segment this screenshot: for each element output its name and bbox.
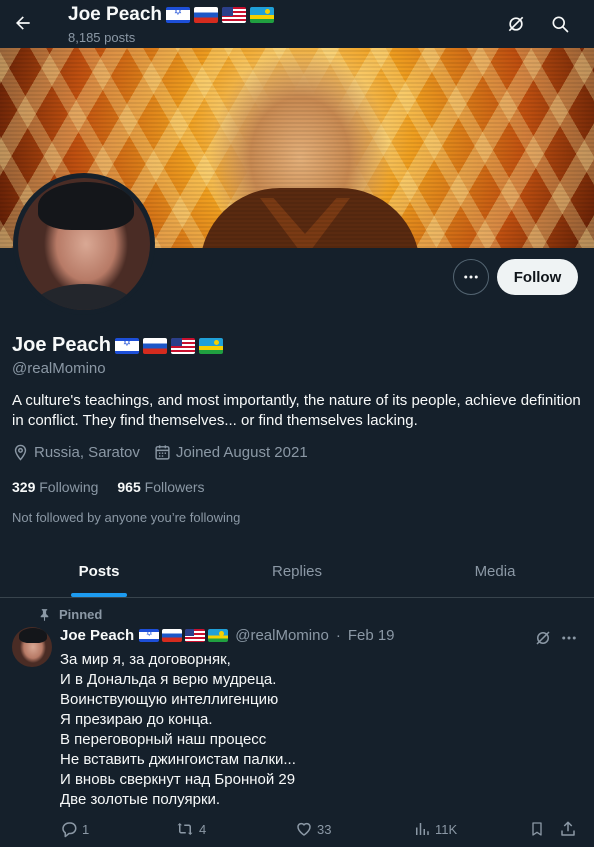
tab-replies[interactable]: Replies: [198, 545, 396, 597]
avatar-body: [28, 284, 140, 310]
flag-rwanda-icon: [198, 337, 223, 354]
share-icon[interactable]: [559, 820, 577, 838]
not-followed-note: Not followed by anyone you’re following: [12, 510, 241, 525]
follow-button[interactable]: Follow: [497, 259, 578, 295]
profile-avatar[interactable]: [18, 178, 150, 310]
search-icon[interactable]: [548, 12, 572, 36]
calendar-icon: [155, 445, 170, 460]
grok-icon[interactable]: [533, 628, 553, 648]
more-icon: [464, 275, 478, 279]
flag-usa-icon: [170, 337, 195, 354]
avatar-hair: [38, 182, 134, 230]
tweet-line: В переговорный наш процесс: [60, 731, 267, 748]
tweet-separator: ·: [335, 627, 341, 644]
reply-icon: [62, 822, 77, 838]
tweet-author-name[interactable]: Joe Peach: [60, 627, 134, 644]
flag-russia-icon: [142, 337, 167, 354]
profile-stats: 329 Following 965 Followers: [12, 479, 205, 495]
repost-count: 4: [199, 821, 207, 837]
location-text: Russia, Saratov: [34, 444, 140, 461]
flag-usa-icon: [222, 7, 246, 23]
profile-bio: A culture's teachings, and most importan…: [12, 392, 581, 429]
joined-item: Joined August 2021: [154, 444, 308, 461]
repost-icon: [177, 823, 193, 835]
following-count: 329: [12, 479, 36, 495]
tweet-actions: 1 4 33 11K: [60, 820, 580, 842]
pinned-label: Pinned: [59, 607, 103, 622]
flag-rwanda-icon: [208, 629, 229, 642]
tweet-line: За мир я, за договорняк,: [60, 651, 231, 668]
followers-label: Followers: [144, 479, 205, 495]
flag-israel-icon: [166, 7, 190, 23]
flag-israel-icon: [114, 337, 139, 354]
flag-russia-icon: [194, 7, 218, 23]
flag-russia-icon: [162, 629, 183, 642]
top-bar: Joe Peach 8,185 posts: [0, 0, 594, 48]
tweet-line: И в Дональда я верю мудреца.: [60, 671, 277, 688]
flag-israel-icon: [139, 629, 160, 642]
profile-name: Joe Peach: [12, 334, 111, 356]
like-count: 33: [317, 821, 332, 837]
tweet-text: За мир я, за договорняк, И в Дональда я …: [60, 650, 560, 810]
views-icon: [416, 823, 429, 835]
header-post-count: 8,185 posts: [68, 30, 136, 45]
profile-name-row: Joe Peach: [12, 334, 223, 357]
joined-text: Joined August 2021: [175, 444, 308, 461]
following-label: Following: [39, 479, 99, 495]
followers-link[interactable]: 965 Followers: [117, 479, 204, 495]
tab-posts[interactable]: Posts: [0, 545, 198, 597]
tweet-line: Две золотые полуярки.: [60, 791, 221, 808]
bookmark-icon[interactable]: [529, 820, 545, 838]
tweet-date[interactable]: Feb 19: [348, 627, 395, 644]
header-name-row: Joe Peach: [68, 4, 274, 26]
like-icon: [297, 822, 311, 836]
tweet-header: Joe Peach @realMomino · Feb 19: [60, 627, 395, 644]
header-name: Joe Peach: [68, 4, 162, 25]
more-options-button[interactable]: [453, 259, 489, 295]
tweet-line: Не вставить джингоистам палки...: [60, 751, 296, 768]
location-item: Russia, Saratov: [12, 444, 140, 461]
like-button[interactable]: 33: [295, 820, 331, 838]
tweet-author-handle[interactable]: @realMomino: [235, 627, 329, 644]
repost-button[interactable]: 4: [175, 820, 206, 838]
profile-tabs: Posts Replies Media: [0, 545, 594, 598]
location-icon: [14, 444, 27, 461]
tweet-more-icon[interactable]: [558, 628, 580, 648]
profile-handle: @realMomino: [12, 360, 106, 377]
flag-usa-icon: [185, 629, 206, 642]
pinned-indicator: Pinned: [38, 607, 102, 622]
pin-icon: [40, 609, 49, 621]
views-count: 11K: [435, 821, 458, 837]
tweet-avatar-hair: [19, 628, 47, 643]
tweet-line: И вновь сверкнут над Бронной 29: [60, 771, 296, 788]
following-link[interactable]: 329 Following: [12, 479, 98, 495]
followers-count: 965: [117, 479, 141, 495]
profile-meta: Russia, Saratov Joined August 2021: [12, 444, 322, 461]
flag-rwanda-icon: [250, 7, 274, 23]
reply-count: 1: [82, 821, 90, 837]
profile-avatar-ring: [13, 173, 155, 315]
back-arrow-icon[interactable]: [10, 10, 36, 36]
tweet-line: Я презираю до конца.: [60, 711, 213, 728]
tab-media[interactable]: Media: [396, 545, 594, 597]
tweet-avatar[interactable]: [12, 627, 52, 667]
grok-icon[interactable]: [504, 12, 528, 36]
reply-button[interactable]: 1: [60, 820, 89, 838]
views-button[interactable]: 11K: [413, 820, 457, 838]
tweet-line: Воинствующую интеллигенцию: [60, 691, 279, 708]
